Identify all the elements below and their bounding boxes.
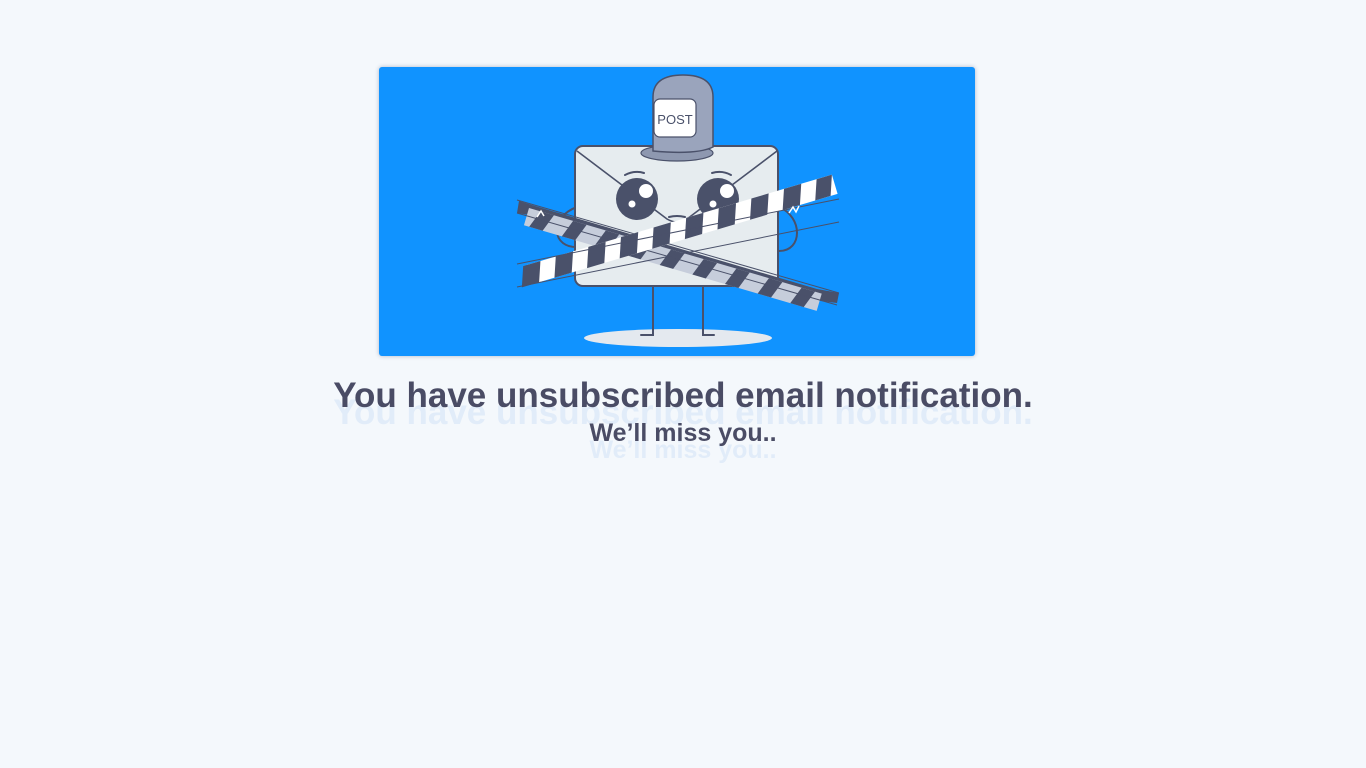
cap-label: POST: [657, 112, 692, 127]
envelope-mascot-illustration: POST: [516, 74, 840, 347]
subline: We’ll miss you.. We’ll miss you..: [0, 418, 1366, 464]
unsubscribe-page: POST You have unsubscribed email notific…: [0, 0, 1366, 768]
mouth: [668, 215, 686, 218]
message-block: You have unsubscribed email notification…: [0, 376, 1366, 464]
subline-text: We’ll miss you..: [589, 419, 777, 447]
headline: You have unsubscribed email notification…: [0, 376, 1366, 432]
ground-shadow: [584, 329, 772, 347]
right-leg: [702, 280, 715, 336]
left-eye: [616, 178, 658, 220]
headline-text: You have unsubscribed email notification…: [333, 376, 1033, 415]
right-arm: [778, 206, 798, 252]
left-leg: [640, 280, 654, 336]
post-cap: POST: [640, 74, 714, 162]
hero-banner: POST: [379, 67, 975, 356]
